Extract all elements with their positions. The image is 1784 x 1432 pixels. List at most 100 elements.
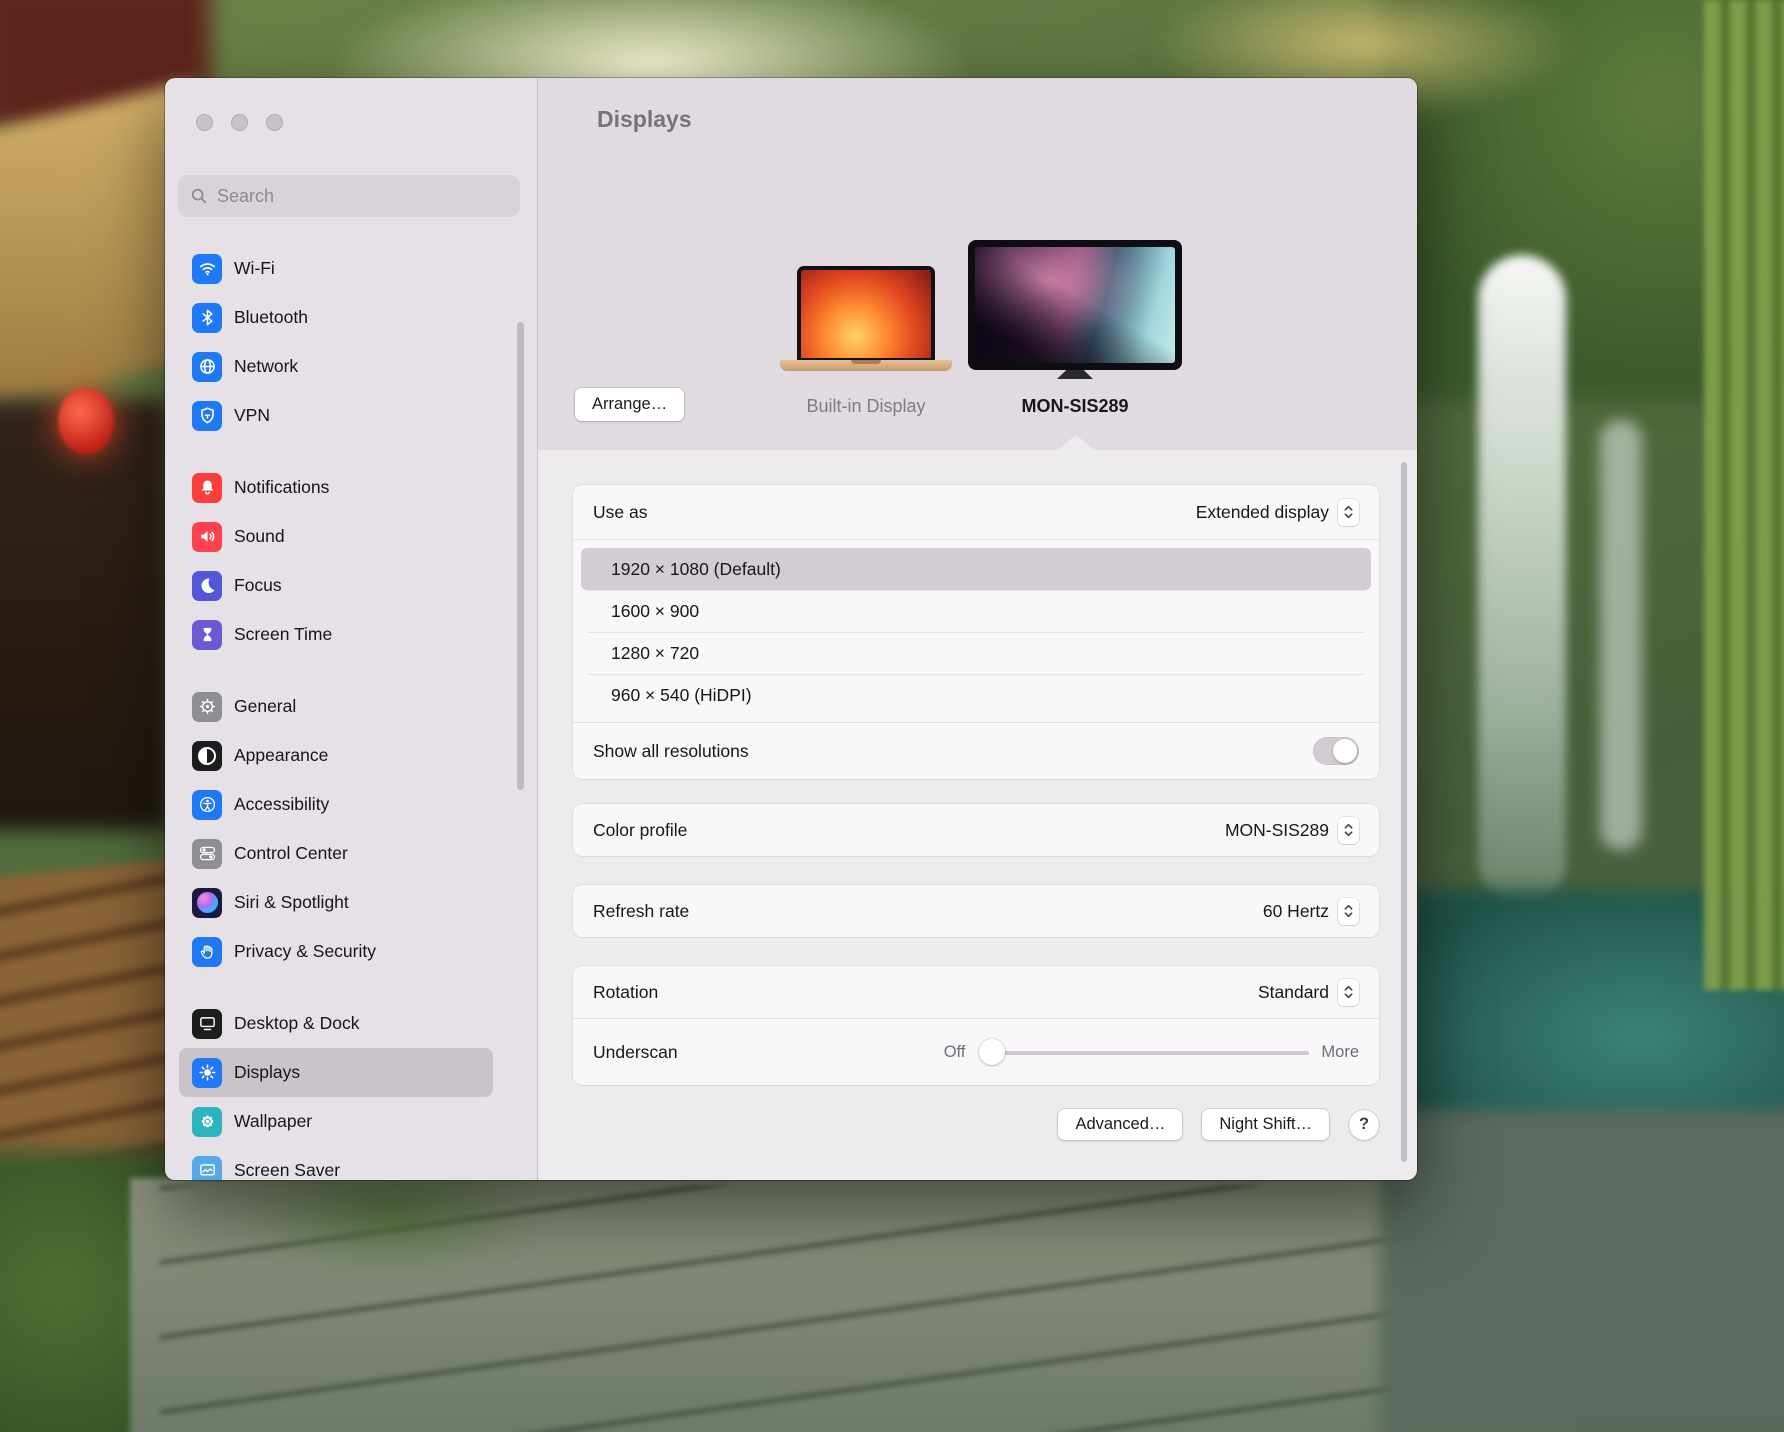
night-shift-button[interactable]: Night Shift…	[1202, 1109, 1329, 1140]
sidebar-item-general[interactable]: General	[179, 682, 493, 731]
zoom-button[interactable]	[266, 114, 283, 131]
refresh-rate-popup[interactable]: 60 Hertz	[1263, 898, 1359, 925]
sidebar-item-label: Desktop & Dock	[234, 1013, 359, 1034]
close-button[interactable]	[196, 114, 213, 131]
page-title: Displays	[597, 106, 692, 133]
sidebar-item-vpn[interactable]: VPN	[179, 391, 493, 440]
screensaver-icon	[192, 1156, 222, 1181]
sidebar-item-wallpaper[interactable]: Wallpaper	[179, 1097, 493, 1146]
built-in-display-label: Built-in Display	[806, 396, 925, 417]
underscan-off-label: Off	[944, 1043, 966, 1062]
built-in-display-thumbnail[interactable]	[797, 266, 935, 362]
accessibility-icon	[192, 790, 222, 820]
sidebar-item-appearance[interactable]: Appearance	[179, 731, 493, 780]
sidebar-item-screentime[interactable]: Screen Time	[179, 610, 493, 659]
sidebar-scrollbar[interactable]	[517, 322, 524, 790]
show-all-resolutions-toggle[interactable]	[1313, 737, 1359, 765]
underscan-more-label: More	[1321, 1043, 1359, 1062]
slider-knob[interactable]	[979, 1039, 1005, 1065]
sidebar-group: Notifications Sound Focus Screen Time	[179, 463, 493, 659]
displays-pane: Displays Built-in Display MON-SIS289 Arr…	[538, 78, 1417, 1180]
sidebar-group: Wi-Fi Bluetooth Network VPN	[179, 244, 493, 440]
sidebar-item-label: Network	[234, 356, 298, 377]
search-icon	[190, 187, 208, 205]
sidebar-item-label: Siri & Spotlight	[234, 892, 349, 913]
resolution-option[interactable]: 1920 × 1080 (Default)	[581, 548, 1371, 590]
search-field[interactable]	[178, 175, 520, 217]
sidebar-item-label: VPN	[234, 405, 270, 426]
globe-icon	[192, 352, 222, 382]
show-all-resolutions-label: Show all resolutions	[593, 741, 749, 762]
arrange-button[interactable]: Arrange…	[575, 388, 684, 421]
sidebar-item-label: Screen Saver	[234, 1160, 340, 1180]
sidebar-group: Desktop & Dock Displays Wallpaper Screen Sa…	[179, 999, 493, 1180]
color-profile-value: MON-SIS289	[1225, 820, 1329, 841]
sidebar-item-bluetooth[interactable]: Bluetooth	[179, 293, 493, 342]
sidebar-item-label: Privacy & Security	[234, 941, 376, 962]
bell-icon	[192, 473, 222, 503]
bluetooth-icon	[192, 303, 222, 333]
displays-header: Displays Built-in Display MON-SIS289 Arr…	[538, 78, 1417, 450]
sidebar-item-screensaver[interactable]: Screen Saver	[179, 1146, 493, 1180]
system-settings-window: Wi-Fi Bluetooth Network VPN Notifications Sou…	[165, 78, 1417, 1180]
sidebar-item-displays[interactable]: Displays	[179, 1048, 493, 1097]
resolution-option[interactable]: 960 × 540 (HiDPI)	[573, 674, 1379, 716]
resolution-label: 1280 × 720	[611, 643, 699, 664]
rotation-popup[interactable]: Standard	[1258, 979, 1359, 1006]
resolution-label: 1600 × 900	[611, 601, 699, 622]
color-profile-popup[interactable]: MON-SIS289	[1225, 817, 1359, 844]
external-display-thumbnail[interactable]	[968, 240, 1182, 370]
minimize-button[interactable]	[231, 114, 248, 131]
sidebar-item-label: Accessibility	[234, 794, 329, 815]
slider-track[interactable]	[979, 1051, 1309, 1055]
use-as-value: Extended display	[1196, 502, 1329, 523]
use-as-popup[interactable]: Extended display	[1196, 499, 1359, 526]
siri-orb-icon	[192, 888, 222, 918]
sidebar-item-focus[interactable]: Focus	[179, 561, 493, 610]
color-profile-group: Color profile MON-SIS289	[573, 804, 1379, 856]
refresh-rate-label: Refresh rate	[593, 901, 689, 922]
advanced-button[interactable]: Advanced…	[1058, 1109, 1182, 1140]
help-button[interactable]: ?	[1349, 1110, 1379, 1140]
moon-icon	[192, 571, 222, 601]
rotation-value: Standard	[1258, 982, 1329, 1003]
sun-icon	[192, 1058, 222, 1088]
desktop-wallpaper: Wi-Fi Bluetooth Network VPN Notifications Sou…	[0, 0, 1784, 1432]
selected-display-label: MON-SIS289	[1021, 396, 1128, 417]
underscan-slider[interactable]	[979, 1038, 1309, 1066]
search-input[interactable]	[217, 186, 508, 207]
external-display-stand	[1057, 370, 1093, 379]
sidebar-item-network[interactable]: Network	[179, 342, 493, 391]
sidebar-item-privacy[interactable]: Privacy & Security	[179, 927, 493, 976]
sidebar-item-label: Wallpaper	[234, 1111, 312, 1132]
use-as-row: Use as Extended display	[573, 485, 1379, 539]
sidebar-group: General Appearance Accessibility Control Ce…	[179, 682, 493, 976]
external-display-screen	[975, 247, 1175, 363]
wallpaper-hut-wall	[0, 400, 170, 830]
sidebar-item-label: Sound	[234, 526, 285, 547]
sidebar-item-label: Notifications	[234, 477, 329, 498]
sidebar-item-notifications[interactable]: Notifications	[179, 463, 493, 512]
main-scrollbar[interactable]	[1401, 462, 1407, 1162]
underscan-label: Underscan	[593, 1042, 678, 1063]
resolution-option[interactable]: 1600 × 900	[573, 590, 1379, 632]
sidebar-item-wifi[interactable]: Wi-Fi	[179, 244, 493, 293]
sidebar-item-desktopdock[interactable]: Desktop & Dock	[179, 999, 493, 1048]
window-controls	[196, 114, 283, 131]
resolution-label: 960 × 540 (HiDPI)	[611, 685, 752, 706]
refresh-rate-value: 60 Hertz	[1263, 901, 1329, 922]
sidebar-item-controlcenter[interactable]: Control Center	[179, 829, 493, 878]
sidebar-item-label: Wi-Fi	[234, 258, 275, 279]
stepper-icon	[1338, 817, 1359, 844]
sidebar-item-sound[interactable]: Sound	[179, 512, 493, 561]
color-profile-label: Color profile	[593, 820, 687, 841]
sidebar-item-label: Appearance	[234, 745, 328, 766]
sidebar-item-label: Screen Time	[234, 624, 332, 645]
resolution-label: 1920 × 1080 (Default)	[611, 559, 781, 580]
resolution-option[interactable]: 1280 × 720	[573, 632, 1379, 674]
sidebar-item-label: Focus	[234, 575, 282, 596]
wallpaper-lantern	[58, 388, 114, 454]
sidebar-item-accessibility[interactable]: Accessibility	[179, 780, 493, 829]
sidebar-item-siri[interactable]: Siri & Spotlight	[179, 878, 493, 927]
control-center-icon	[192, 839, 222, 869]
